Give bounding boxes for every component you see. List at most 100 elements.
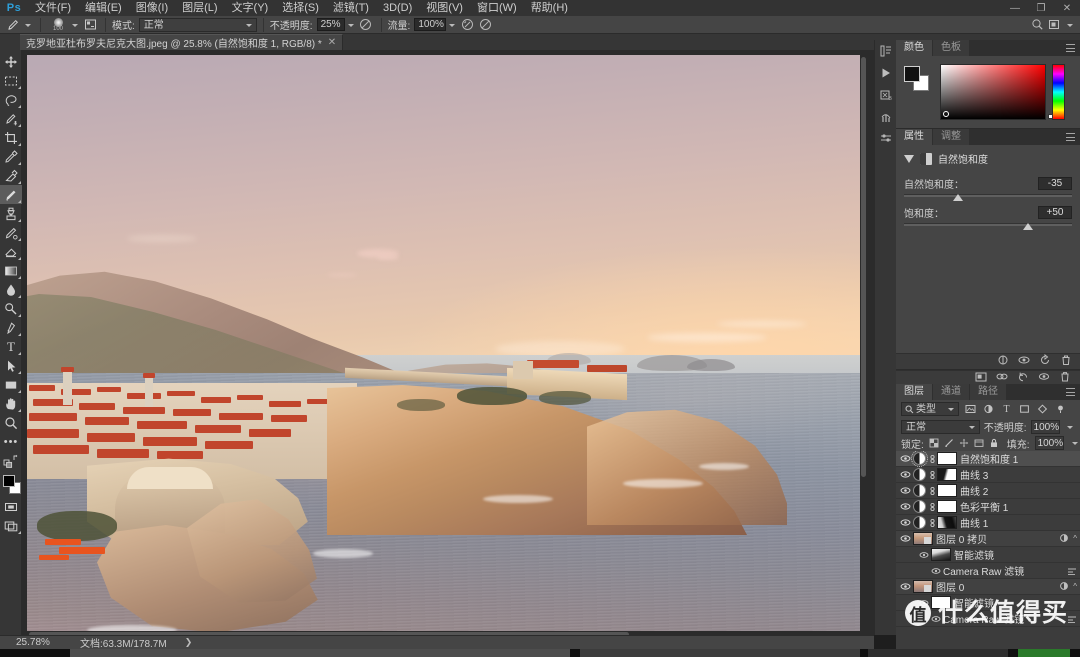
menu-select[interactable]: 选择(S) [275,0,326,16]
airbrush-icon[interactable] [458,17,476,33]
brush-preset-caret[interactable] [22,18,34,32]
history-brush-tool[interactable] [0,223,22,242]
shape-filter-icon[interactable] [1018,402,1031,416]
rectangle-tool[interactable] [0,375,22,394]
document-tab[interactable]: 克罗地亚杜布罗夫尼克大图.jpeg @ 25.8% (自然饱和度 1, RGB/… [20,34,344,50]
menu-view[interactable]: 视图(V) [419,0,470,16]
foreground-color-swatch[interactable] [904,66,920,82]
close-button[interactable]: ✕ [1054,0,1080,16]
reset-adjustment-icon[interactable] [1039,353,1051,369]
layer-mask-thumbnail[interactable] [937,452,957,465]
vibrance-value[interactable]: -35 [1038,177,1072,190]
layer-blend-mode-select[interactable]: 正常 [901,419,980,434]
actions-panel-icon[interactable] [875,62,897,84]
edit-toolbar-tool[interactable]: ••• [0,432,22,451]
lock-artboard-icon[interactable] [974,436,984,450]
status-expand-icon[interactable]: ❯ [185,637,193,648]
layer-thumbnail[interactable] [913,532,933,545]
zoom-tool[interactable] [0,413,22,432]
smart-filter-mask-thumbnail[interactable] [931,548,951,561]
tab-channels[interactable]: 通道 [933,384,969,400]
tab-properties[interactable]: 属性 [896,129,932,145]
vibrance-slider[interactable] [904,193,1072,201]
adjustment-filter-icon[interactable] [982,402,995,416]
filter-options-icon[interactable] [1067,611,1077,627]
workspace-caret[interactable] [1064,18,1076,32]
delete-adjustment-icon[interactable] [1060,354,1072,369]
quick-mask-mode[interactable] [0,497,22,516]
flow-input[interactable]: 100% [414,18,447,31]
menu-filter[interactable]: 滤镜(T) [326,0,376,16]
table-row[interactable]: Camera Raw 滤镜 [896,611,1080,627]
type-filter-icon[interactable]: T [1000,402,1013,416]
link-mask-icon[interactable] [928,467,937,483]
saturation-slider-knob[interactable] [1023,223,1034,230]
menu-edit[interactable]: 编辑(E) [78,0,129,16]
table-row[interactable]: 智能滤镜 [896,595,1080,611]
layer-mask-thumbnail[interactable] [937,468,957,481]
layer-opacity-caret[interactable] [1064,420,1075,434]
adjustment-thumbnail[interactable] [913,500,926,513]
history-panel-icon[interactable] [875,40,897,62]
crop-tool[interactable] [0,128,22,147]
brush-settings-icon[interactable] [81,17,99,33]
lasso-tool[interactable] [0,90,22,109]
fill-caret[interactable] [1069,436,1079,450]
filter-toggle-icon[interactable] [1054,402,1067,416]
table-row[interactable]: 色彩平衡 1 [896,499,1080,515]
tab-adjustments[interactable]: 调整 [933,129,969,145]
menu-3d[interactable]: 3D(D) [376,0,419,16]
smartobject-filter-icon[interactable] [1036,402,1049,416]
smart-filter-toggle-icon[interactable] [1059,533,1069,546]
rectangular-marquee-tool[interactable] [0,71,22,90]
brush-size-preview[interactable]: 100 [47,17,69,33]
toggle-visibility-icon[interactable] [1018,354,1030,369]
brush-tool[interactable] [0,185,22,204]
eraser-tool[interactable] [0,242,22,261]
search-icon[interactable] [1028,17,1046,33]
layer-mask-thumbnail[interactable] [937,516,957,529]
adjustment-thumbnail[interactable] [911,451,928,467]
layer-visibility-icon[interactable] [916,595,931,611]
eyedropper-tool[interactable] [0,147,22,166]
pen-tool[interactable] [0,318,22,337]
clone-stamp-tool[interactable] [0,204,22,223]
table-row[interactable]: 曲线 2 [896,483,1080,499]
document-size[interactable]: 文档:63.3M/178.7M [70,635,167,650]
layer-name[interactable]: 曲线 1 [960,515,988,530]
lock-position-icon[interactable] [959,436,969,450]
panel-menu-icon[interactable] [1066,44,1075,52]
layer-visibility-icon[interactable] [898,515,913,531]
brush-tool-icon[interactable] [4,17,22,33]
table-row[interactable]: 自然饱和度 1 [896,451,1080,467]
collapse-chevron-icon[interactable]: ^ [1073,535,1077,543]
table-row[interactable]: 图层 0 ^ [896,579,1080,595]
brush-panel-caret[interactable] [69,18,81,32]
table-row[interactable]: 智能滤镜 [896,547,1080,563]
smart-filter-toggle-icon[interactable] [1059,581,1069,594]
layer-visibility-icon[interactable] [898,483,913,499]
layer-mask-thumbnail[interactable] [937,484,957,497]
link-mask-icon[interactable] [928,499,937,515]
foreground-color-swatch[interactable] [3,475,15,487]
quick-selection-tool[interactable] [0,109,22,128]
menu-image[interactable]: 图像(I) [129,0,175,16]
layer-list[interactable]: 自然饱和度 1 曲线 3 曲线 2 色彩平衡 1 曲线 1 图层 0 拷贝 ^ … [896,451,1080,657]
opacity-pressure-icon[interactable] [357,17,375,33]
layer-opacity-value[interactable]: 100% [1030,419,1060,434]
opacity-caret[interactable] [345,18,357,32]
layer-name[interactable]: Camera Raw 滤镜 [943,563,1024,578]
tab-swatches[interactable]: 色板 [933,40,969,56]
color-panel-swatches[interactable] [904,66,930,92]
screen-mode[interactable] [0,516,22,535]
lock-transparent-icon[interactable] [929,436,939,450]
fill-value[interactable]: 100% [1034,436,1064,450]
hand-tool[interactable] [0,394,22,413]
workspace-switcher-icon[interactable] [1046,17,1064,33]
saturation-value[interactable]: +50 [1038,206,1072,219]
menu-help[interactable]: 帮助(H) [524,0,575,16]
color-picker-body[interactable] [896,56,1080,128]
blur-tool[interactable] [0,280,22,299]
menu-file[interactable]: 文件(F) [28,0,78,16]
panel-menu-icon[interactable] [1066,388,1075,396]
